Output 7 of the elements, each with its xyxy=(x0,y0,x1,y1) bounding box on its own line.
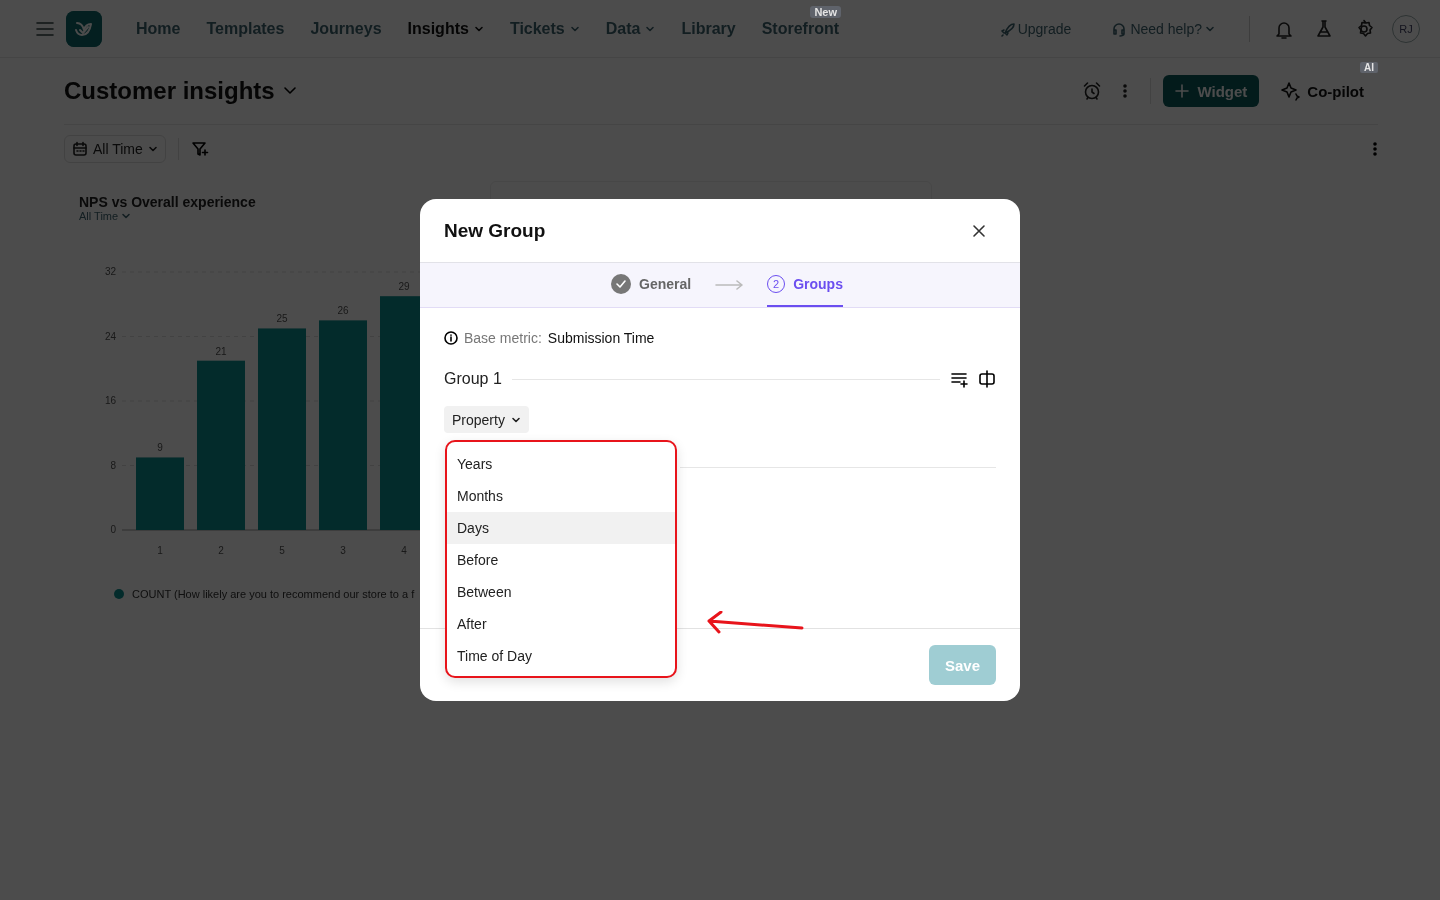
base-metric-label: Base metric: xyxy=(464,330,542,346)
group-title: Group 1 xyxy=(444,370,502,388)
page-title: Customer insights xyxy=(64,77,275,105)
dialog-title: New Group xyxy=(444,219,546,242)
base-metric-value: Submission Time xyxy=(547,330,655,346)
ai-badge: AI xyxy=(1360,62,1378,73)
chart-title: NPS vs Overall experience xyxy=(79,194,257,210)
